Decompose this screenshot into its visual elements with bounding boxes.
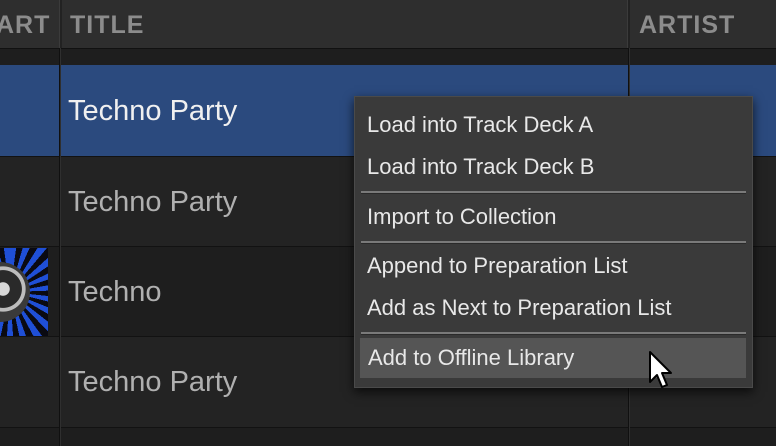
track-title: Techno Party <box>68 366 238 398</box>
column-header-title[interactable]: TITLE <box>70 0 144 48</box>
menu-separator <box>361 241 746 244</box>
album-artwork <box>0 248 48 336</box>
table-row[interactable] <box>0 428 776 446</box>
artwork-disc <box>0 262 30 322</box>
track-browser: ART TITLE ARTIST Techno Party Techno Par… <box>0 0 776 446</box>
column-divider[interactable] <box>627 0 630 48</box>
column-header-art[interactable]: ART <box>0 0 50 48</box>
menu-item-add-next-preparation[interactable]: Add as Next to Preparation List <box>367 288 747 328</box>
menu-item-import-collection[interactable]: Import to Collection <box>367 197 747 237</box>
menu-item-add-offline-library[interactable]: Add to Offline Library <box>360 338 746 378</box>
menu-separator <box>361 191 746 194</box>
context-menu: Load into Track Deck A Load into Track D… <box>354 96 753 388</box>
column-separator <box>60 48 61 446</box>
table-header: ART TITLE ARTIST <box>0 0 776 49</box>
menu-item-load-deck-a[interactable]: Load into Track Deck A <box>367 105 747 145</box>
header-spacer <box>0 49 776 65</box>
column-header-artist[interactable]: ARTIST <box>639 0 735 48</box>
menu-item-append-preparation[interactable]: Append to Preparation List <box>367 246 747 286</box>
column-divider[interactable] <box>59 0 62 48</box>
track-title: Techno Party <box>68 95 238 127</box>
menu-separator <box>361 332 746 335</box>
menu-item-load-deck-b[interactable]: Load into Track Deck B <box>367 147 747 187</box>
track-title: Techno <box>68 276 162 308</box>
track-title: Techno Party <box>68 186 238 218</box>
mouse-pointer-icon <box>649 351 672 388</box>
